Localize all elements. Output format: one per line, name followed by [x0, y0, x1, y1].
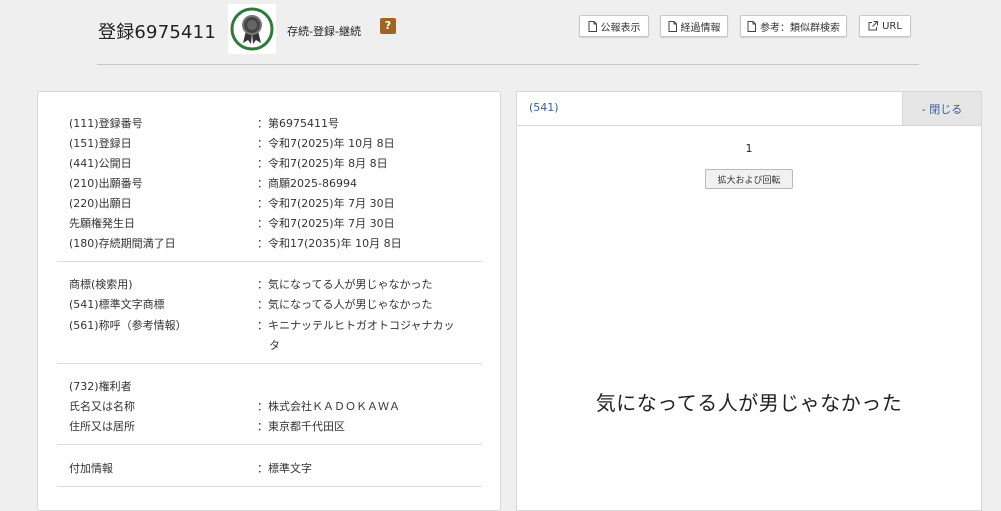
label-additional-info: 付加情報	[69, 462, 113, 475]
section-divider	[57, 486, 482, 487]
label-registration-number: (111)登録番号	[69, 117, 143, 130]
document-icon	[588, 20, 597, 32]
similar-group-search-label: 参考：類似群検索	[760, 22, 840, 34]
trademark-image-text: 気になってる人が男じゃなかった	[595, 391, 903, 415]
external-link-icon	[868, 21, 879, 31]
label-publication-date: (441)公開日	[69, 157, 132, 170]
close-button[interactable]: - 閉じる	[902, 92, 981, 125]
header: 登録6975411 存続-登録-継続 ? 公報表示 経過情報 参考：類似群検索 …	[0, 0, 1001, 70]
gazette-button-label: 公報表示	[600, 22, 641, 34]
label-priority-date: 先願権発生日	[69, 217, 135, 230]
label-holder-address: 住所又は居所	[69, 420, 135, 433]
value-holder-address: ：東京都千代田区	[257, 420, 345, 433]
registration-title: 登録6975411	[98, 22, 216, 43]
page-number: 1	[745, 142, 753, 155]
gazette-button[interactable]: 公報表示	[579, 15, 649, 37]
section-divider	[57, 363, 482, 364]
status-text: 存続-登録-継続	[287, 25, 361, 38]
label-right-holder: (732)権利者	[69, 380, 132, 393]
history-button-label: 経過情報	[680, 22, 721, 34]
label-application-date: (220)出願日	[69, 197, 132, 210]
value-pronunciation-continued: タ	[269, 339, 280, 352]
label-pronunciation: (561)称呼（参考情報）	[69, 319, 187, 332]
label-trademark-search: 商標(検索用)	[69, 278, 133, 291]
value-application-date: ：令和7(2025)年 7月 30日	[257, 197, 395, 210]
mark-image-code: (541)	[529, 101, 559, 114]
history-button[interactable]: 経過情報	[660, 15, 728, 37]
value-registration-date: ：令和7(2025)年 10月 8日	[257, 137, 395, 150]
value-registration-number: ：第6975411号	[257, 117, 339, 130]
label-expiry-date: (180)存続期間満了日	[69, 237, 176, 250]
value-priority-date: ：令和7(2025)年 7月 30日	[257, 217, 395, 230]
document-icon	[668, 20, 677, 32]
similar-group-search-button[interactable]: 参考：類似群検索	[740, 15, 847, 37]
award-badge-icon	[230, 7, 274, 51]
value-pronunciation: ：キニナッテルヒトガオトコジャナカッ	[257, 319, 455, 332]
registration-badge	[228, 4, 276, 54]
value-trademark-search: ：気になってる人が男じゃなかった	[257, 278, 433, 291]
value-publication-date: ：令和7(2025)年 8月 8日	[257, 157, 388, 170]
document-icon	[747, 20, 756, 32]
label-registration-date: (151)登録日	[69, 137, 132, 150]
value-application-number: ：商願2025-86994	[257, 177, 357, 190]
value-standard-character-mark: ：気になってる人が男じゃなかった	[257, 298, 433, 311]
url-button[interactable]: URL	[859, 15, 911, 37]
url-button-label: URL	[882, 20, 902, 32]
detail-panel: (111)登録番号 ：第6975411号 (151)登録日 ：令和7(2025)…	[37, 91, 501, 511]
section-divider	[57, 261, 482, 262]
help-button[interactable]: ?	[380, 18, 396, 34]
mark-image-panel: (541) - 閉じる 1 拡大および回転 気になってる人が男じゃなかった	[516, 91, 982, 511]
section-divider	[57, 444, 482, 445]
label-application-number: (210)出願番号	[69, 177, 143, 190]
mark-image-panel-header: (541) - 閉じる	[517, 92, 981, 126]
header-divider	[97, 64, 919, 65]
label-holder-name: 氏名又は名称	[69, 400, 135, 413]
label-standard-character-mark: (541)標準文字商標	[69, 298, 165, 311]
value-holder-name: ：株式会社ＫＡＤＯＫＡＷＡ	[257, 400, 400, 413]
value-additional-info: ：標準文字	[257, 462, 312, 475]
value-expiry-date: ：令和17(2035)年 10月 8日	[257, 237, 402, 250]
zoom-rotate-button[interactable]: 拡大および回転	[705, 169, 793, 189]
